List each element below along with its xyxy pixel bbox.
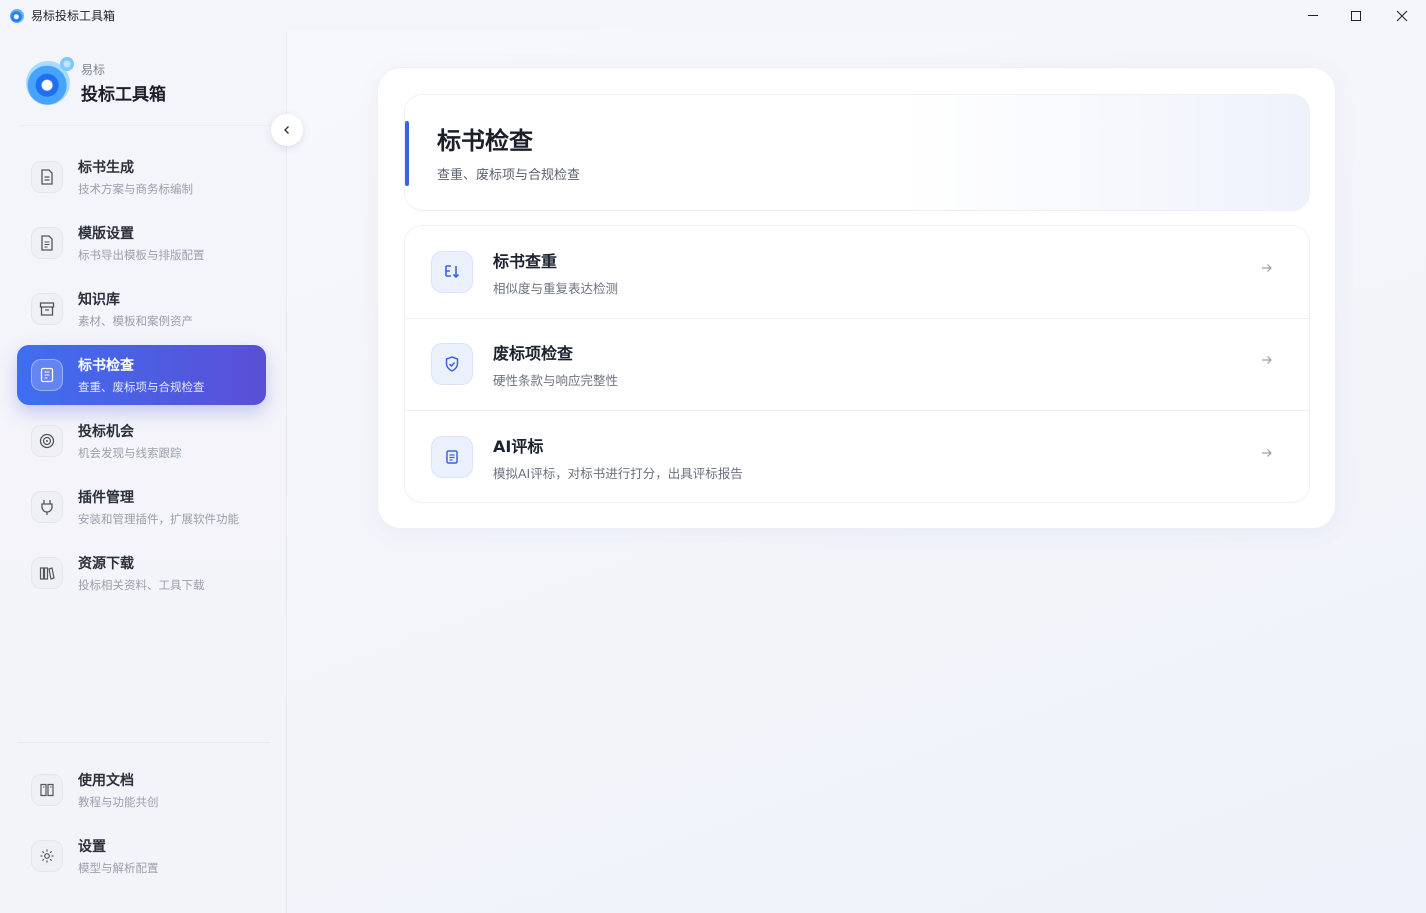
collapse-sidebar-button[interactable] [271,114,303,146]
sidebar-item-label: 知识库 [78,292,120,308]
window-title: 易标投标工具箱 [31,9,116,23]
book-icon [31,774,63,806]
document-icon [31,161,63,193]
arrow-right-icon [1261,262,1273,278]
sidebar-item-resource-download[interactable]: 资源下载 投标相关资料、工具下载 [17,543,266,603]
sidebar-item-label: 插件管理 [78,490,134,506]
library-icon [31,557,63,589]
brand-name: 投标工具箱 [81,85,166,105]
minimize-button[interactable] [1290,0,1336,31]
bid-check-card: 标书检查 查重、废标项与合规检查 标书查重 相似度与重复表达检测 废标项检查 硬… [377,67,1336,529]
list-item-ai-evaluation[interactable]: AI评标 模拟AI评标，对标书进行打分，出具评标报告 [405,411,1309,502]
sidebar-item-label: 资源下载 [78,556,134,572]
page-header: 标书检查 查重、废标项与合规检查 [404,94,1310,211]
arrow-right-icon [1261,354,1273,370]
list-item-desc: 相似度与重复表达检测 [493,280,619,296]
sidebar-item-documentation[interactable]: 使用文档 教程与功能共创 [17,760,266,820]
target-icon [31,425,63,457]
clipboard-check-icon [31,359,63,391]
page-title: 标书检查 [437,127,533,155]
maximize-button[interactable] [1333,0,1379,31]
sidebar-item-bid-check[interactable]: 标书检查 查重、废标项与合规检查 [17,345,266,405]
sidebar-item-desc: 模型与解析配置 [78,861,159,875]
sidebar-item-label: 投标机会 [78,424,134,440]
sidebar-item-label: 设置 [78,839,106,855]
list-item-desc: 模拟AI评标，对标书进行打分，出具评标报告 [493,465,743,481]
sidebar-item-desc: 技术方案与商务标编制 [78,182,193,196]
title-bar: 易标投标工具箱 [0,0,1426,31]
sidebar-item-desc: 标书导出模板与排版配置 [78,248,205,262]
shield-check-icon [431,343,473,385]
plug-icon [31,491,63,523]
gear-icon [31,840,63,872]
close-button[interactable] [1379,0,1425,31]
sidebar-item-label: 标书检查 [78,358,134,374]
sidebar-item-desc: 查重、废标项与合规检查 [78,380,205,394]
sidebar-item-bid-generation[interactable]: 标书生成 技术方案与商务标编制 [17,147,266,207]
list-item-label: AI评标 [493,436,544,456]
sidebar-item-settings[interactable]: 设置 模型与解析配置 [17,826,266,886]
list-item-desc: 硬性条款与响应完整性 [493,372,619,388]
maximize-icon [1351,10,1361,21]
sidebar-item-bid-opportunities[interactable]: 投标机会 机会发现与线索跟踪 [17,411,266,471]
sidebar-item-label: 标书生成 [78,160,134,176]
close-icon [1396,10,1408,21]
chevron-left-icon [284,126,289,134]
sidebar: 易标 投标工具箱 标书生成 技术方案与商务标编制 模版设置 标书导出模板与排版配… [0,31,287,913]
brand-subtitle: 易标 [81,63,106,77]
list-item-duplicate-check[interactable]: 标书查重 相似度与重复表达检测 [405,226,1309,318]
sidebar-item-desc: 投标相关资料、工具下载 [78,578,205,592]
minimize-icon [1308,15,1318,16]
check-list: 标书查重 相似度与重复表达检测 废标项检查 硬性条款与响应完整性 AI评标 模拟… [404,225,1310,503]
archive-icon [31,293,63,325]
sidebar-item-plugin-management[interactable]: 插件管理 安装和管理插件，扩展软件功能 [17,477,266,537]
sidebar-item-label: 使用文档 [78,773,134,789]
file-text-icon [31,227,63,259]
sidebar-item-desc: 教程与功能共创 [78,795,159,809]
main-content: 标书检查 查重、废标项与合规检查 标书查重 相似度与重复表达检测 废标项检查 硬… [287,31,1426,913]
list-item-disqualification-check[interactable]: 废标项检查 硬性条款与响应完整性 [405,318,1309,410]
list-item-label: 标书查重 [493,251,558,271]
divider [20,125,270,126]
arrow-right-icon [1261,447,1273,463]
report-icon [431,436,473,478]
sidebar-item-desc: 机会发现与线索跟踪 [78,446,182,460]
sidebar-item-knowledge-base[interactable]: 知识库 素材、模板和案例资产 [17,279,266,339]
sidebar-item-label: 模版设置 [78,226,134,242]
brand-logo-icon [26,57,74,105]
sidebar-item-desc: 素材、模板和案例资产 [78,314,193,328]
app-logo-icon [10,8,24,23]
page-subtitle: 查重、废标项与合规检查 [437,168,581,183]
sidebar-item-template-settings[interactable]: 模版设置 标书导出模板与排版配置 [17,213,266,273]
brand: 易标 投标工具箱 [26,57,166,105]
sort-duplicate-icon [431,251,473,293]
list-item-label: 废标项检查 [493,343,574,363]
accent-bar [405,121,409,186]
divider [17,742,270,743]
sidebar-item-desc: 安装和管理插件，扩展软件功能 [78,512,239,526]
